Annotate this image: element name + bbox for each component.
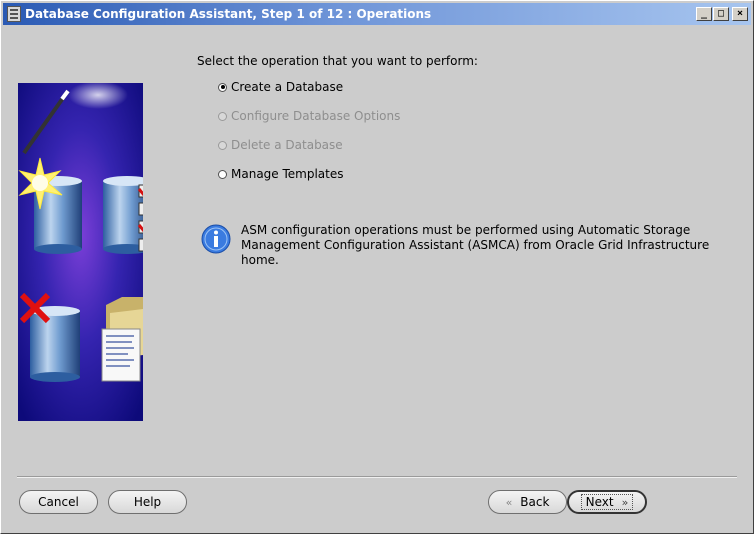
info-line: Management Configuration Assistant (ASMC… [241,238,710,267]
maximize-button[interactable]: □ [713,7,729,21]
app-icon [7,6,21,22]
footer-divider [17,476,737,478]
folder-templates-icon [101,297,143,382]
option-create-database[interactable]: Create a Database [218,80,343,94]
info-line: ASM configuration operations must be per… [241,223,691,237]
chevron-left-icon: « [505,496,513,509]
next-focus-ring: Next » [580,494,634,510]
asm-info-message: ASM configuration operations must be per… [241,223,741,268]
radio-manage-templates[interactable] [218,169,227,179]
option-label: Delete a Database [231,138,343,152]
close-button[interactable]: × [732,7,748,21]
radio-delete-database [218,140,227,150]
option-delete-database: Delete a Database [218,138,343,152]
info-icon [201,224,231,254]
back-button[interactable]: « Back [488,490,567,514]
radio-configure-options [218,111,227,121]
help-button[interactable]: Help [108,490,187,514]
option-label: Manage Templates [231,167,344,181]
option-label: Create a Database [231,80,344,94]
window-title: Database Configuration Assistant, Step 1… [25,7,432,21]
radio-create-database[interactable] [218,82,227,92]
next-button[interactable]: Next » [567,490,647,514]
next-label: Next [585,495,614,509]
database-cylinder-3 [30,306,80,382]
option-label: Configure Database Options [231,109,401,123]
option-configure-database-options: Configure Database Options [218,109,400,123]
dbca-window: Database Configuration Assistant, Step 1… [0,0,754,534]
database-cylinder-2 [103,176,143,254]
operation-prompt: Select the operation that you want to pe… [197,54,478,68]
back-label: Back [520,495,550,509]
operations-illustration [18,83,143,421]
option-manage-templates[interactable]: Manage Templates [218,167,344,181]
minimize-button[interactable]: _ [696,7,712,21]
cancel-button[interactable]: Cancel [19,490,98,514]
title-bar[interactable]: Database Configuration Assistant, Step 1… [3,3,751,25]
chevron-right-icon: » [621,496,629,509]
